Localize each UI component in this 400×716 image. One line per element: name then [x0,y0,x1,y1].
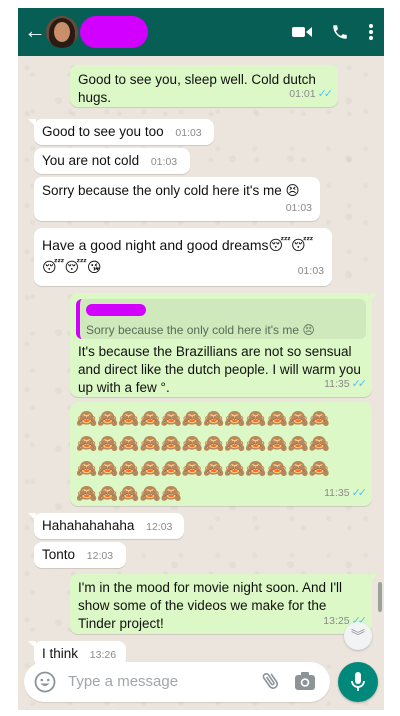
emoji-row: 🙈🙈🙈🙈🙈🙈🙈🙈🙈🙈🙈🙈 [76,409,331,428]
message-incoming[interactable]: Good to see you too 01:03 [28,119,214,145]
more-vertical-icon [369,24,373,40]
message-time: 01:03 [297,265,324,277]
message-time: 01:03 [150,156,178,168]
back-button[interactable]: ← [24,18,46,43]
paperclip-icon[interactable] [260,670,282,692]
read-ticks-icon: ✓✓ [317,88,334,100]
contact-avatar[interactable] [46,16,78,48]
message-time: 12:03 [86,550,114,562]
video-call-icon [292,27,312,37]
message-time: 01:01 ✓✓ [289,88,334,100]
arrow-left-icon: ← [24,18,46,43]
message-text: Have a good night and good dreams😴😴 😴😴😘 [42,237,314,275]
message-time: 11:35 ✓✓ [324,487,368,499]
chat-header: ← [18,8,384,56]
voice-message-button[interactable] [338,662,378,702]
message-time: 01:03 [285,202,312,214]
message-text: Tonto [42,547,76,562]
message-incoming[interactable]: You are not cold 01:03 [34,148,190,174]
video-call-button[interactable] [288,20,316,44]
emoji-row: 🙈🙈🙈🙈🙈🙈🙈🙈🙈🙈🙈🙈 [76,459,331,478]
message-outgoing[interactable]: I'm in the mood for movie night soon. An… [70,574,378,634]
whatsapp-chat-screen: ← Good to see you, sleep well. Cold dutc… [18,8,384,710]
phone-icon [333,25,347,39]
message-incoming[interactable]: Tonto 12:03 [34,542,126,568]
message-time: 01:03 [175,127,202,139]
emoji-row: 🙈🙈🙈🙈🙈🙈🙈🙈🙈🙈🙈🙈 [76,434,331,453]
message-text: Sorry because the only cold here it's me… [42,183,300,198]
message-incoming[interactable]: Sorry because the only cold here it's me… [34,177,320,221]
message-text: I think [42,646,79,661]
message-text: I'm in the mood for movie night soon. An… [78,580,343,631]
message-text: Good to see you, sleep well. Cold dutch … [78,72,316,105]
message-time: 12:03 [146,521,173,533]
quoted-text: Sorry because the only cold here it's me… [86,323,315,337]
message-outgoing-reply[interactable]: Sorry because the only cold here it's me… [70,293,378,397]
message-text: Good to see you too [42,124,164,139]
message-outgoing-emojis[interactable]: 🙈🙈🙈🙈🙈🙈🙈🙈🙈🙈🙈🙈 🙈🙈🙈🙈🙈🙈🙈🙈🙈🙈🙈🙈 🙈🙈🙈🙈🙈🙈🙈🙈🙈🙈🙈🙈 🙈… [70,402,372,506]
message-outgoing[interactable]: Good to see you, sleep well. Cold dutch … [70,65,338,107]
message-time: 11:35 ✓✓ [324,378,368,390]
chevron-double-down-icon: ︾ [351,628,365,644]
message-composer[interactable]: Type a message [24,662,330,702]
quoted-author-redacted [86,304,146,316]
message-text: It's because the Brazillians are not so … [78,344,361,395]
message-incoming[interactable]: Hahahahahaha 12:03 [28,513,184,539]
more-options-button[interactable] [364,20,378,44]
voice-call-button[interactable] [326,20,354,44]
scrollbar-thumb[interactable] [378,582,382,612]
message-incoming[interactable]: Have a good night and good dreams😴😴 😴😴😘 … [34,228,332,286]
scroll-to-bottom-button[interactable]: ︾ [344,622,372,650]
contact-name-redacted[interactable] [80,16,148,48]
message-time: 13:26 [89,649,117,661]
camera-icon[interactable] [294,671,316,691]
header-actions [278,20,378,44]
emoji-row: 🙈🙈🙈🙈🙈 [76,484,182,503]
message-text: Hahahahahaha [42,518,135,533]
quoted-message[interactable]: Sorry because the only cold here it's me… [76,299,366,339]
read-ticks-icon: ✓✓ [351,487,368,499]
microphone-icon [351,672,365,691]
read-ticks-icon: ✓✓ [351,378,368,390]
smiley-icon[interactable] [34,671,56,693]
message-input[interactable]: Type a message [68,673,178,690]
message-text: You are not cold [42,153,140,168]
